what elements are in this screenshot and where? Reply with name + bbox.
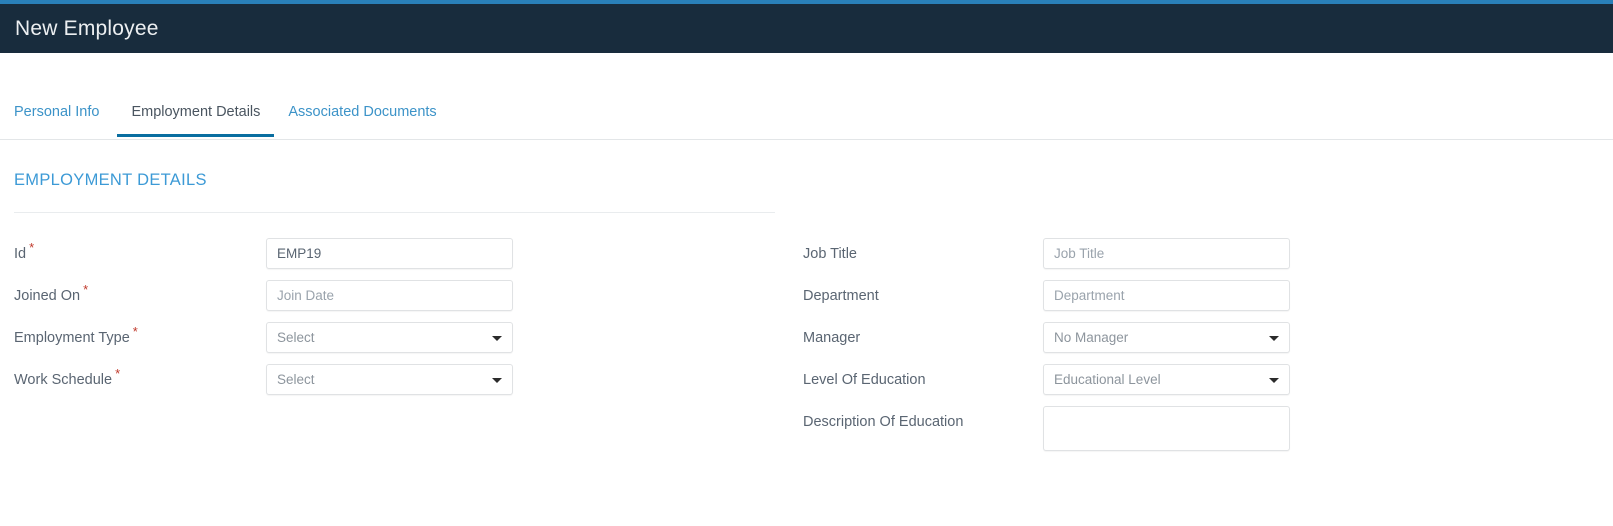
label-text: Manager bbox=[803, 330, 861, 346]
required-marker: * bbox=[29, 240, 35, 256]
label-text: Id bbox=[14, 246, 27, 262]
tab-employment-details[interactable]: Employment Details bbox=[117, 90, 275, 137]
required-marker: * bbox=[132, 324, 138, 340]
label-manager: Manager bbox=[803, 322, 1043, 354]
app-header: New Employee bbox=[0, 4, 1613, 53]
field-joined-on: Joined On * bbox=[14, 280, 774, 312]
select-box[interactable] bbox=[1043, 364, 1290, 395]
select-employment-type[interactable]: Select bbox=[266, 322, 513, 353]
select-level-of-education[interactable]: Educational Level bbox=[1043, 364, 1290, 395]
textarea-description-of-education[interactable] bbox=[1043, 406, 1290, 451]
label-work-schedule: Work Schedule * bbox=[14, 364, 266, 396]
label-text: Joined On bbox=[14, 288, 81, 304]
field-work-schedule: Work Schedule * Select bbox=[14, 364, 774, 396]
input-job-title[interactable] bbox=[1043, 238, 1290, 269]
select-box[interactable] bbox=[266, 322, 513, 353]
label-text: Department bbox=[803, 288, 879, 304]
section-heading: EMPLOYMENT DETAILS bbox=[14, 171, 207, 189]
input-joined-on[interactable] bbox=[266, 280, 513, 311]
label-joined-on: Joined On * bbox=[14, 280, 266, 312]
section-divider bbox=[14, 212, 775, 213]
label-text: Level Of Education bbox=[803, 372, 926, 388]
label-text: Job Title bbox=[803, 246, 857, 262]
required-marker: * bbox=[83, 282, 89, 298]
page-title: New Employee bbox=[15, 17, 159, 40]
label-id: Id * bbox=[14, 238, 266, 270]
field-id: Id * bbox=[14, 238, 774, 270]
required-marker: * bbox=[115, 366, 121, 382]
label-text: Employment Type bbox=[14, 330, 130, 346]
form-column-right: Job Title Department Manager No Manager Leve… bbox=[803, 238, 1563, 461]
field-description-of-education: Description Of Education bbox=[803, 406, 1563, 451]
input-id[interactable] bbox=[266, 238, 513, 269]
label-description-of-education: Description Of Education bbox=[803, 406, 1043, 438]
field-employment-type: Employment Type * Select bbox=[14, 322, 774, 354]
select-box[interactable] bbox=[266, 364, 513, 395]
label-level-of-education: Level Of Education bbox=[803, 364, 1043, 396]
field-manager: Manager No Manager bbox=[803, 322, 1563, 354]
input-department[interactable] bbox=[1043, 280, 1290, 311]
field-level-of-education: Level Of Education Educational Level bbox=[803, 364, 1563, 396]
tab-associated-documents[interactable]: Associated Documents bbox=[274, 90, 450, 137]
label-employment-type: Employment Type * bbox=[14, 322, 266, 354]
field-job-title: Job Title bbox=[803, 238, 1563, 270]
form-column-left: Id*Joined On*Employment Type*SelectWork … bbox=[14, 238, 774, 406]
tab-personal-info[interactable]: Personal Info bbox=[14, 90, 117, 137]
select-work-schedule[interactable]: Select bbox=[266, 364, 513, 395]
select-manager[interactable]: No Manager bbox=[1043, 322, 1290, 353]
label-text: Work Schedule bbox=[14, 372, 113, 388]
label-text: Description Of Education bbox=[803, 414, 964, 430]
label-department: Department bbox=[803, 280, 1043, 312]
select-box[interactable] bbox=[1043, 322, 1290, 353]
field-department: Department bbox=[803, 280, 1563, 312]
label-job-title: Job Title bbox=[803, 238, 1043, 270]
tab-bar: Personal Info Employment Details Associate… bbox=[0, 90, 1613, 140]
